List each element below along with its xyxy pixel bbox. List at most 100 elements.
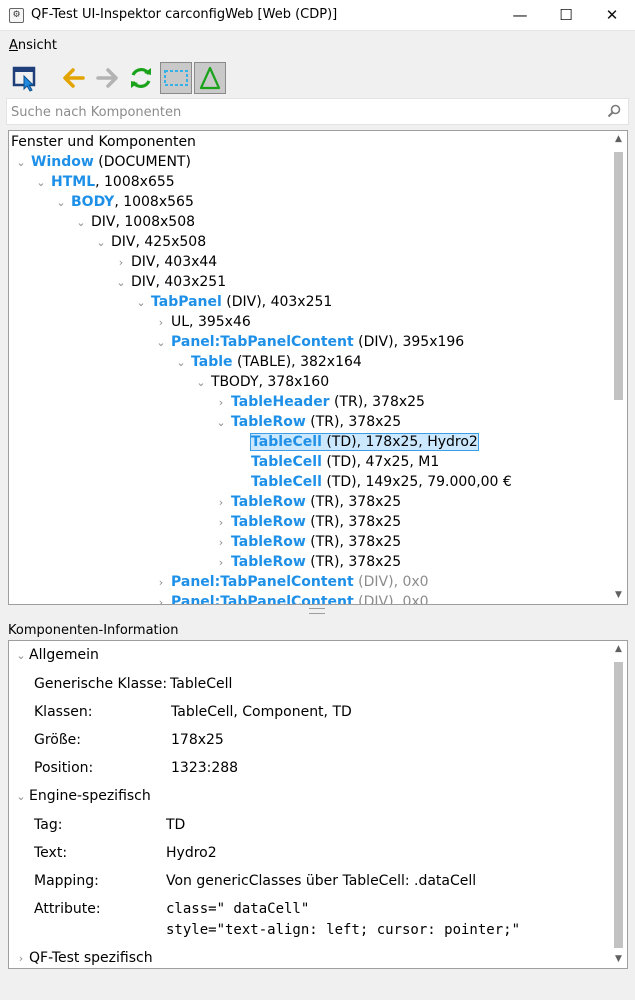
chevron-down-icon[interactable]: ⌄	[131, 293, 151, 313]
back-arrow-icon	[63, 68, 85, 88]
tree-node[interactable]: ⌄ DIV, 1008x508	[71, 212, 195, 232]
highlight-toggle-icon	[164, 70, 188, 86]
app-gear-icon: ⚙	[9, 8, 24, 23]
tree-node-name: TableCell	[251, 434, 322, 450]
tree-node-text: UL, 395x46	[171, 314, 251, 330]
tree-node-text: TableCell (TD), 149x25, 79.000,00 €	[251, 474, 512, 490]
tree-node-name: TableRow	[231, 554, 306, 570]
tree-node-name: TableCell	[251, 454, 322, 470]
chevron-right-icon[interactable]: ›	[151, 313, 171, 333]
close-button[interactable]: ✕	[589, 0, 635, 31]
chevron-down-icon[interactable]: ⌄	[211, 413, 231, 433]
tag-label: Tag:	[34, 817, 63, 833]
menu-ansicht[interactable]: Ansicht	[9, 38, 57, 53]
tree-node-detail: DIV, 425x508	[111, 234, 207, 250]
tree-node[interactable]: › UL, 395x46	[151, 312, 251, 332]
tree-node-text: TableRow (TR), 378x25	[231, 494, 401, 510]
tree-node-text: TBODY, 378x160	[211, 374, 329, 390]
tree-node-detail: DIV, 1008x508	[91, 214, 196, 230]
tree-node-name: BODY	[71, 194, 115, 210]
scroll-up-arrow-icon[interactable]: ▲	[610, 641, 627, 658]
chevron-down-icon[interactable]: ⌄	[191, 373, 211, 393]
chevron-right-icon[interactable]: ›	[151, 593, 171, 604]
chevron-down-icon[interactable]: ⌄	[91, 233, 111, 253]
chevron-down-icon[interactable]: ⌄	[171, 353, 191, 373]
tree-node[interactable]: TableCell (TD), 149x25, 79.000,00 €	[231, 472, 512, 492]
tree-node-detail: (TR), 378x25	[305, 414, 402, 430]
tree-node[interactable]: › TableRow (TR), 378x25	[211, 532, 401, 552]
chevron-right-icon[interactable]: ›	[211, 533, 231, 553]
forward-arrow-icon	[96, 68, 118, 88]
component-info-panel: ⌄ Allgemein Generische Klasse: TableCell …	[8, 640, 628, 969]
scroll-down-arrow-icon[interactable]: ▼	[610, 951, 627, 968]
tag-value: TD	[166, 817, 186, 833]
section-qftest-label: QF-Test spezifisch	[29, 950, 153, 966]
position-value: 1323:288	[171, 760, 239, 776]
tree-node[interactable]: ⌄ DIV, 403x251	[111, 272, 226, 292]
tree-scrollbar[interactable]: ▲ ▼	[610, 131, 627, 604]
delta-toggle-button[interactable]	[194, 62, 226, 94]
tree-node[interactable]: › TableRow (TR), 378x25	[211, 552, 401, 572]
info-scroll-thumb[interactable]	[614, 662, 623, 948]
back-button[interactable]	[57, 62, 89, 94]
tree-node[interactable]: ⌄ HTML, 1008x655	[31, 172, 175, 193]
chevron-down-icon[interactable]: ⌄	[151, 333, 171, 353]
section-engine[interactable]: ⌄ Engine-spezifisch	[13, 788, 151, 804]
chevron-down-icon: ⌄	[16, 649, 26, 662]
chevron-right-icon[interactable]: ›	[211, 393, 231, 413]
select-component-button[interactable]	[9, 62, 41, 94]
mapping-label: Mapping:	[34, 873, 99, 889]
panel-splitter-handle[interactable]	[309, 608, 325, 614]
tree-node[interactable]: ⌄ DIV, 425x508	[91, 232, 206, 252]
section-engine-label: Engine-spezifisch	[29, 788, 151, 804]
maximize-button[interactable]: ☐	[543, 0, 589, 31]
tree-scroll-thumb[interactable]	[614, 152, 623, 400]
chevron-right-icon[interactable]: ›	[211, 553, 231, 573]
tree-node-text: DIV, 425x508	[111, 234, 206, 250]
tree-node[interactable]: TableCell (TD), 178x25, Hydro2	[231, 432, 479, 452]
tree-node-text: Panel:TabPanelContent (DIV), 0x0	[171, 574, 429, 590]
tree-node[interactable]: › TableRow (TR), 378x25	[211, 512, 401, 532]
chevron-right-icon[interactable]: ›	[151, 573, 171, 593]
tree-node-name: Panel:TabPanelContent	[171, 594, 354, 605]
tree-node[interactable]: › Panel:TabPanelContent (DIV), 0x0	[151, 572, 429, 592]
search-input[interactable]	[11, 102, 591, 122]
tree-node[interactable]: › TableRow (TR), 378x25	[211, 492, 401, 512]
tree-node[interactable]: ⌄ TBODY, 378x160	[191, 372, 329, 392]
tree-node-text: TableRow (TR), 378x25	[231, 414, 401, 430]
attribute-line-2: style="text-align: left; cursor: pointer…	[166, 922, 521, 938]
tree-node-name: TableRow	[231, 514, 306, 530]
tree-node[interactable]: TableCell (TD), 47x25, M1	[231, 452, 439, 472]
tree-node-text: HTML, 1008x655	[51, 174, 175, 190]
tree-node[interactable]: ⌄ TableRow (TR), 378x25	[211, 412, 401, 432]
info-scrollbar[interactable]: ▲ ▼	[610, 641, 627, 968]
chevron-down-icon[interactable]: ⌄	[11, 153, 31, 173]
tree-node[interactable]: ⌄ Window (DOCUMENT)	[11, 152, 191, 172]
tree-node-detail: (TR), 378x25	[305, 514, 402, 530]
chevron-down-icon[interactable]: ⌄	[111, 273, 131, 293]
tree-node-name: TableRow	[231, 494, 306, 510]
forward-button[interactable]	[92, 62, 124, 94]
tree-node[interactable]: ⌄ TabPanel (DIV), 403x251	[131, 292, 332, 312]
chevron-right-icon[interactable]: ›	[111, 253, 131, 273]
tree-node[interactable]: ⌄ Panel:TabPanelContent (DIV), 395x196	[151, 332, 464, 352]
tree-node[interactable]: › Panel:TabPanelContent (DIV), 0x0	[151, 592, 429, 605]
highlight-toggle-button[interactable]	[160, 62, 192, 94]
scroll-down-arrow-icon[interactable]: ▼	[610, 587, 627, 604]
section-qftest[interactable]: › QF-Test spezifisch	[13, 950, 153, 966]
tree-node-detail: (TR), 378x25	[329, 394, 425, 410]
chevron-down-icon[interactable]: ⌄	[51, 193, 71, 213]
tree-node[interactable]: › TableHeader (TR), 378x25	[211, 392, 425, 412]
tree-node[interactable]: ⌄ Table (TABLE), 382x164	[171, 352, 361, 373]
chevron-right-icon[interactable]: ›	[211, 513, 231, 533]
tree-node[interactable]: ⌄ BODY, 1008x565	[51, 192, 193, 213]
search-icon[interactable]	[607, 104, 621, 118]
chevron-down-icon[interactable]: ⌄	[71, 213, 91, 233]
chevron-right-icon[interactable]: ›	[211, 493, 231, 513]
minimize-button[interactable]: —	[497, 0, 543, 31]
section-allgemein[interactable]: ⌄ Allgemein	[13, 647, 98, 663]
tree-node[interactable]: › DIV, 403x44	[111, 252, 217, 272]
refresh-button[interactable]	[125, 62, 157, 94]
chevron-down-icon[interactable]: ⌄	[31, 173, 51, 193]
scroll-up-arrow-icon[interactable]: ▲	[610, 131, 627, 148]
